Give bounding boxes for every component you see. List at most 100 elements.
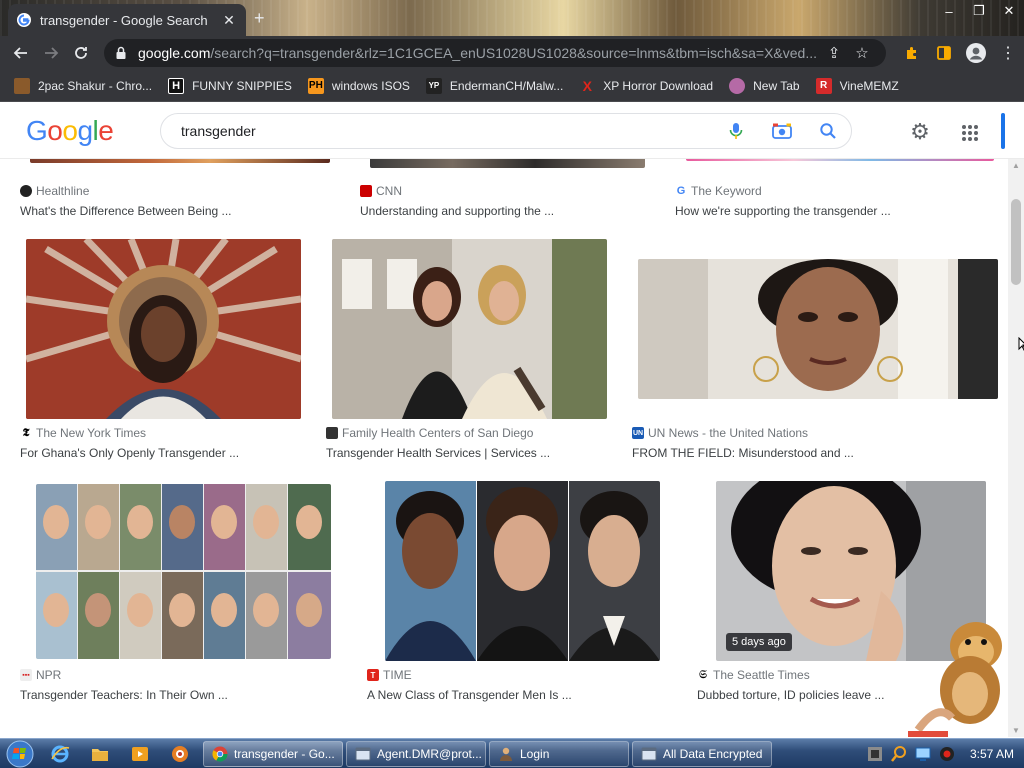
start-button[interactable] (0, 739, 40, 768)
result-title[interactable]: Transgender Teachers: In Their Own ... (20, 688, 320, 702)
time-icon: T (367, 669, 379, 681)
minimize-button[interactable]: – (934, 0, 964, 22)
network-tray-icon[interactable] (914, 745, 932, 763)
result-source[interactable]: T TIME (367, 668, 412, 682)
result-title[interactable]: Understanding and supporting the ... (360, 204, 660, 218)
result-title[interactable]: What's the Difference Between Being ... (20, 204, 340, 218)
scrollbar-thumb[interactable] (1011, 199, 1021, 285)
bookmark-label: EndermanCH/Malw... (449, 78, 564, 93)
bookmark-2pac[interactable]: 2pac Shakur - Chro... (14, 77, 152, 94)
result-title[interactable]: Transgender Health Services | Services .… (326, 446, 626, 460)
album-icon (14, 77, 30, 94)
result-image-keyword[interactable] (686, 159, 994, 161)
search-input[interactable]: transgender (181, 123, 713, 139)
windows-taskbar: transgender - Go... Agent.DMR@prot... Lo… (0, 738, 1024, 768)
nyt-icon: 𝕿 (22, 426, 30, 439)
source-label: UN News - the United Nations (648, 426, 809, 440)
search-box[interactable]: transgender (160, 113, 852, 149)
result-title[interactable]: A New Class of Transgender Men Is ... (367, 688, 667, 702)
result-image-npr[interactable] (36, 484, 331, 659)
extensions-puzzle-icon[interactable] (896, 39, 928, 67)
result-image-family-health[interactable] (332, 239, 607, 419)
ie-icon (51, 745, 70, 762)
close-window-button[interactable]: ✕ (994, 0, 1024, 22)
mouse-cursor-icon (1018, 337, 1024, 351)
bookmark-windows-isos[interactable]: PH windows ISOS (307, 77, 410, 94)
h-logo-icon: H (168, 77, 185, 94)
microphone-icon[interactable] (713, 114, 759, 148)
forward-arrow-icon (45, 47, 59, 59)
forward-button[interactable] (36, 38, 66, 68)
r-logo-icon: R (815, 77, 832, 94)
address-bar[interactable]: google.com/search?q=transgender&rlz=1C1G… (104, 39, 886, 67)
back-arrow-icon (13, 47, 27, 59)
bookmark-xp-horror[interactable]: X XP Horror Download (579, 78, 714, 94)
source-label: The Keyword (691, 184, 762, 198)
scroll-down-arrow-icon[interactable]: ▼ (1012, 726, 1020, 735)
bookmark-vinememz[interactable]: R VineMEMZ (815, 77, 899, 94)
taskbar-encrypted-window[interactable]: All Data Encrypted (632, 740, 772, 767)
recorder-tray-icon[interactable] (938, 745, 956, 763)
maximize-button[interactable]: ❐ (964, 0, 994, 22)
result-image-healthline[interactable] (30, 159, 330, 163)
internet-explorer-launcher[interactable] (40, 739, 80, 768)
result-title[interactable]: FROM THE FIELD: Misunderstood and ... (632, 446, 972, 460)
task-label: Agent.DMR@prot... (377, 746, 482, 761)
page-scrollbar[interactable]: ▲ ▼ (1008, 159, 1024, 737)
back-button[interactable] (6, 38, 36, 68)
bookmark-label: FUNNY SNIPPIES (192, 78, 292, 93)
yp-logo-icon: YP (425, 77, 442, 94)
result-image-un-news[interactable] (638, 259, 998, 399)
magnifier-tray-icon[interactable] (890, 745, 908, 763)
result-source[interactable]: 𝕿 The New York Times (20, 426, 146, 440)
browser-tab[interactable]: transgender - Google Search ✕ (8, 4, 246, 36)
result-source[interactable]: 𝔖 The Seattle Times (697, 668, 810, 682)
taskbar-agent-window[interactable]: Agent.DMR@prot... (346, 740, 486, 767)
logo-letter: o (47, 115, 63, 146)
result-source[interactable]: Family Health Centers of San Diego (326, 426, 533, 440)
settings-gear-icon[interactable]: ⚙ (906, 119, 934, 147)
logo-letter: e (98, 115, 114, 146)
result-image-cnn[interactable] (370, 159, 645, 168)
bookmark-endermanch[interactable]: YP EndermanCH/Malw... (425, 77, 564, 94)
result-source[interactable]: Healthline (20, 184, 89, 198)
result-image-nyt[interactable] (26, 239, 301, 419)
result-source[interactable]: UN UN News - the United Nations (632, 426, 808, 440)
source-label: The New York Times (36, 426, 147, 440)
share-icon[interactable]: ⇪ (820, 44, 848, 62)
new-tab-button[interactable]: + (254, 8, 265, 29)
bookmark-label: VineMEMZ (839, 78, 899, 93)
result-title[interactable]: For Ghana's Only Openly Transgender ... (20, 446, 320, 460)
side-panel-icon[interactable] (928, 39, 960, 67)
bookmark-new-tab[interactable]: New Tab (729, 77, 800, 94)
bookmark-star-icon[interactable]: ☆ (848, 44, 876, 62)
result-source[interactable]: G The Keyword (675, 184, 762, 198)
app-launcher[interactable] (160, 739, 200, 768)
reload-button[interactable] (66, 38, 96, 68)
system-tray: 3:57 AM (854, 739, 1024, 768)
scroll-up-arrow-icon[interactable]: ▲ (1012, 161, 1020, 170)
result-source[interactable]: ▪▪▪ NPR (20, 668, 61, 682)
camera-search-icon[interactable] (759, 114, 805, 148)
taskbar-login-window[interactable]: Login (489, 740, 629, 767)
bookmark-funny-snippies[interactable]: H FUNNY SNIPPIES (168, 77, 292, 94)
result-image-time[interactable] (385, 481, 660, 661)
tab-title: transgender - Google Search (40, 12, 208, 28)
url-domain: google.com (138, 45, 211, 61)
window-icon (641, 747, 657, 760)
search-icon[interactable] (805, 114, 851, 148)
three-men-portraits (385, 481, 660, 661)
taskbar-chrome-window[interactable]: transgender - Go... (203, 740, 343, 767)
browser-titlebar: transgender - Google Search ✕ + – ❐ ✕ (0, 0, 1024, 36)
google-apps-icon[interactable] (956, 119, 984, 147)
browser-menu-icon[interactable]: ⋮ (992, 39, 1024, 67)
system-clock[interactable]: 3:57 AM (970, 747, 1014, 761)
result-title[interactable]: How we're supporting the transgender ... (675, 204, 995, 218)
tab-close-icon[interactable]: ✕ (220, 12, 238, 29)
explorer-launcher[interactable] (80, 739, 120, 768)
result-source[interactable]: CNN (360, 184, 402, 198)
google-logo[interactable]: Google (26, 115, 114, 147)
profile-avatar[interactable] (960, 39, 992, 67)
media-player-launcher[interactable] (120, 739, 160, 768)
tray-app-icon[interactable] (866, 745, 884, 763)
